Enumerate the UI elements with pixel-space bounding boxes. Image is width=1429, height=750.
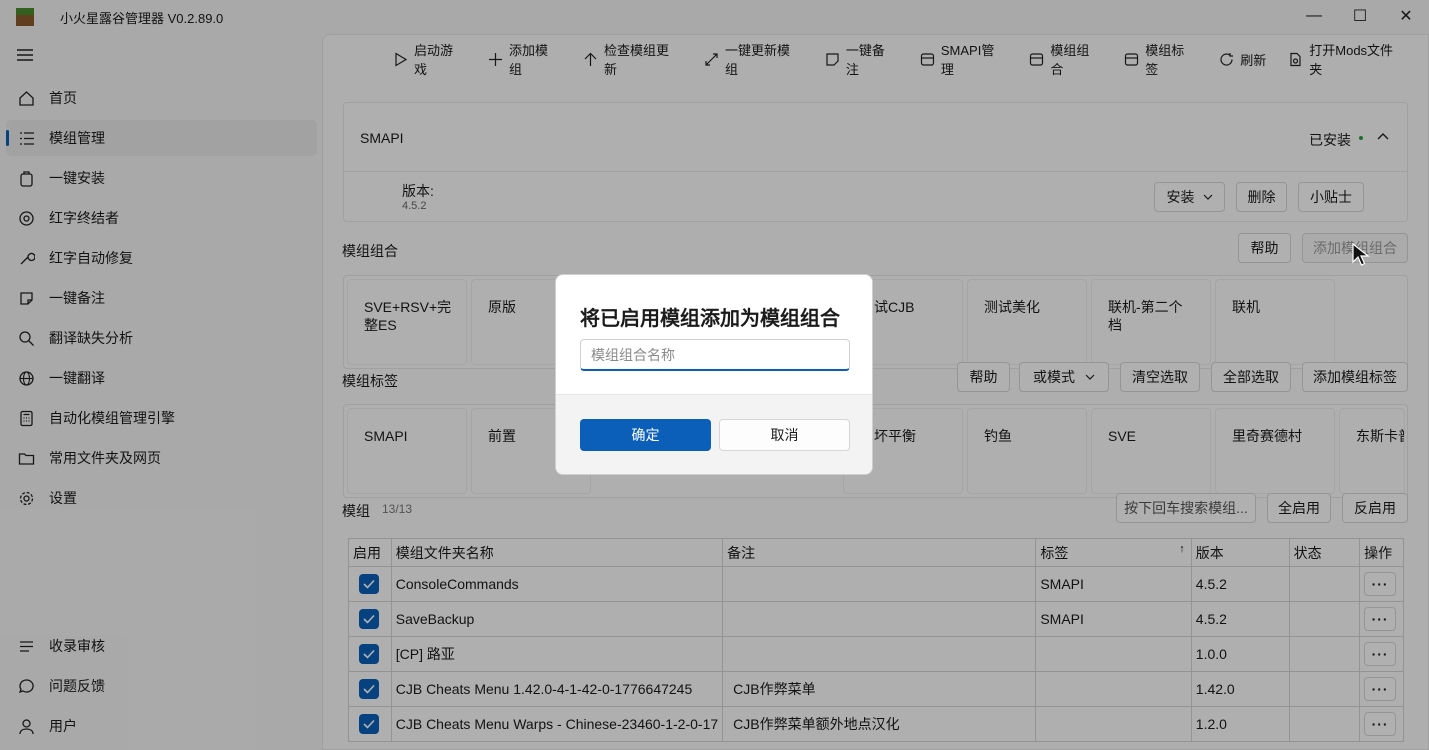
add-combo-dialog: 将已启用模组添加为模组组合 确定 取消 (555, 274, 873, 475)
combo-name-input[interactable] (580, 339, 850, 371)
dialog-title: 将已启用模组添加为模组组合 (580, 308, 840, 330)
confirm-button[interactable]: 确定 (580, 419, 711, 451)
cancel-button[interactable]: 取消 (719, 419, 850, 451)
dialog-footer: 确定 取消 (556, 394, 872, 474)
mouse-cursor-icon (1352, 243, 1370, 266)
